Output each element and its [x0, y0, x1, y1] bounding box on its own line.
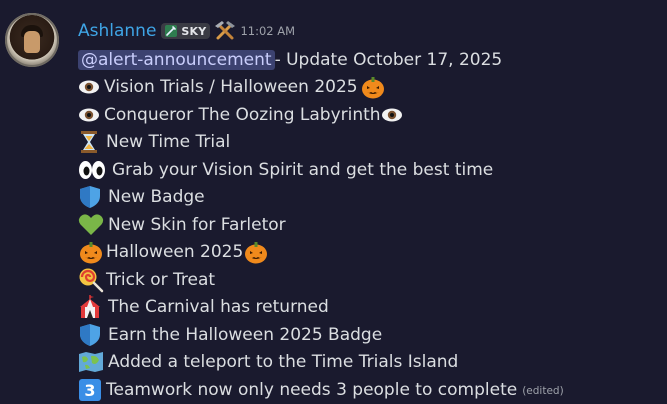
list-item-text: Halloween 2025 [106, 242, 244, 263]
list-item: New Skin for Farletor [78, 211, 667, 239]
update-text: - Update October 17, 2025 [274, 49, 503, 70]
username[interactable]: Ashlanne [78, 21, 156, 41]
list-item: Earn the Halloween 2025 Badge [78, 321, 667, 349]
eye-icon [79, 108, 99, 122]
list-item-text: Grab your Vision Spirit and get the best… [112, 159, 494, 180]
chat-message: Ashlanne SKY 11:02 AM @alert-announcemen… [0, 0, 667, 403]
hourglass-icon [81, 131, 97, 154]
green-heart-icon [78, 214, 104, 235]
eye-icon [381, 108, 402, 122]
list-item: Conqueror The Oozing Labyrinth [78, 101, 667, 129]
pumpkin-icon [80, 242, 102, 264]
list-item-text: Vision Trials / Halloween 2025 [104, 77, 358, 98]
avatar-face [24, 31, 40, 53]
list-item-text: Added a teleport to the Time Trials Isla… [108, 352, 459, 373]
list-item: Halloween 2025 [78, 239, 667, 267]
list-item: New Badge [78, 184, 667, 212]
keycap-3-icon: 3 [79, 378, 101, 401]
list-item-text: New Badge [108, 187, 205, 208]
pumpkin-icon [361, 77, 384, 99]
svg-text:3: 3 [84, 381, 95, 400]
list-item: Vision Trials / Halloween 2025 [78, 74, 667, 102]
list-item: Added a teleport to the Time Trials Isla… [78, 349, 667, 377]
list-item-text: Trick or Treat [106, 269, 216, 290]
list-item-text: Earn the Halloween 2025 Badge [108, 324, 383, 345]
list-item-text: New Time Trial [106, 132, 231, 153]
lollipop-icon [79, 268, 104, 292]
message-header: Ashlanne SKY 11:02 AM [78, 19, 295, 43]
list-item-text: Conqueror The Oozing Labyrinth [104, 104, 381, 125]
shield-icon [80, 323, 100, 346]
list-item-text: New Skin for Farletor [108, 214, 286, 235]
list-item: Trick or Treat [78, 266, 667, 294]
edited-label: (edited) [522, 385, 564, 398]
shield-icon [80, 186, 100, 209]
hammer-pick-icon [215, 21, 236, 40]
role-mention[interactable]: @alert-announcement [78, 49, 275, 70]
eyes-icon [79, 160, 105, 179]
avatar[interactable] [5, 13, 59, 67]
timestamp: 11:02 AM [240, 24, 296, 38]
list-item-text: The Carnival has returned [108, 297, 329, 318]
list-item: New Time Trial [78, 129, 667, 157]
pumpkin-icon [245, 242, 268, 264]
server-tag[interactable]: SKY [161, 23, 211, 39]
sword-icon [165, 25, 178, 37]
list-item: Grab your Vision Spirit and get the best… [78, 156, 667, 184]
server-tag-label: SKY [181, 24, 207, 38]
world-map-icon [79, 352, 103, 373]
message-content: @alert-announcement - Update October 17,… [78, 46, 667, 404]
list-item-text: Teamwork now only needs 3 people to comp… [106, 379, 518, 400]
list-item: 3 Teamwork now only needs 3 people to co… [78, 376, 667, 404]
eye-icon [79, 80, 99, 94]
circus-tent-icon [80, 295, 100, 319]
announcement-line: @alert-announcement - Update October 17,… [78, 46, 667, 74]
list-item: The Carnival has returned [78, 294, 667, 322]
